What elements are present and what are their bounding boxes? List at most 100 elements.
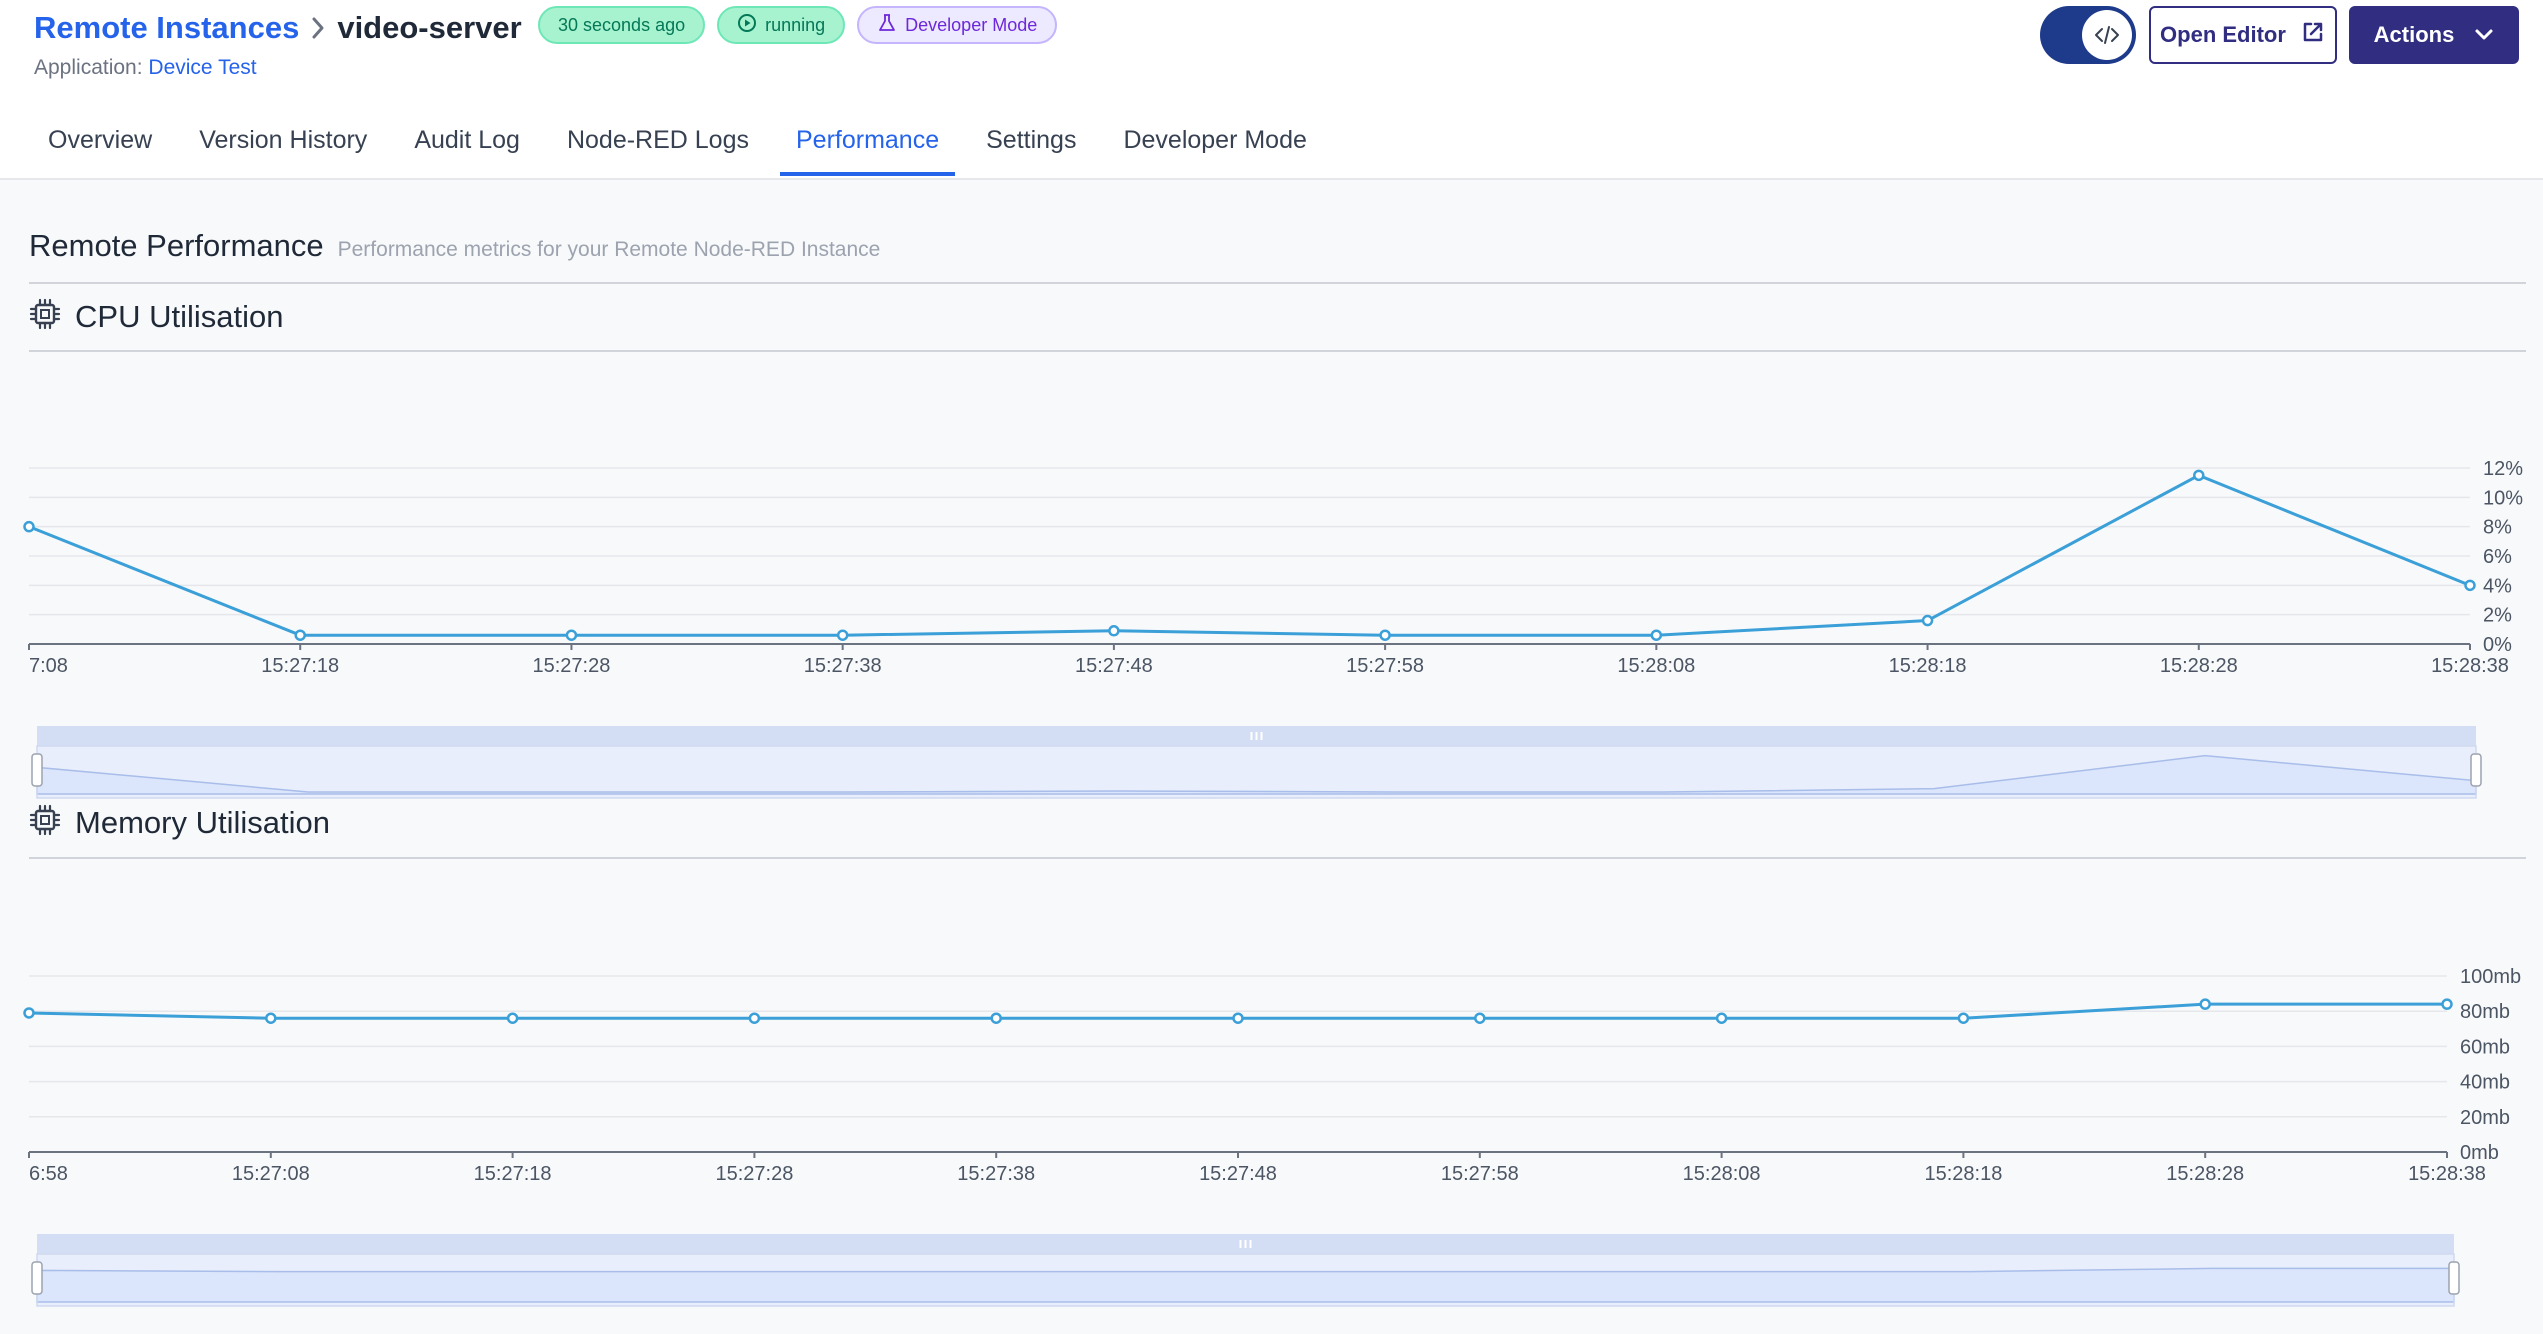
instance-name: video-server (337, 10, 522, 45)
data-point (836, 629, 849, 641)
memory-divider (29, 857, 2526, 859)
developer-mode-badge: Developer Mode (857, 6, 1058, 44)
y-tick-label: 2% (2483, 605, 2512, 627)
external-link-icon (2300, 19, 2326, 51)
data-point (1921, 614, 1934, 627)
x-tick-label: 15:28:08 (1683, 1163, 1761, 1185)
x-tick-label: 6:58 (29, 1163, 68, 1185)
actions-dropdown-button[interactable]: Actions (2349, 6, 2519, 64)
data-point (1650, 629, 1663, 641)
y-tick-label: 4% (2483, 575, 2512, 597)
cpu-utilisation-chart[interactable]: 0% 2% 4% 6% 8% 10% 12% 7:08 15:27:18 15:27:28 15:2… (0, 440, 2543, 810)
breadcrumb-remote-instances-link[interactable]: Remote Instances (34, 10, 299, 46)
y-tick-label: 60mb (2460, 1036, 2510, 1058)
breadcrumb: Remote Instances video-server (34, 8, 522, 48)
heading-divider (29, 282, 2526, 284)
running-status-text: running (765, 14, 826, 35)
last-seen-badge: 30 seconds ago (538, 6, 706, 44)
status-badges: 30 seconds ago running Developer Mode (538, 6, 1058, 44)
zoom-handle (2448, 1261, 2460, 1295)
running-status-badge: running (717, 6, 846, 44)
chevron-down-icon (2474, 22, 2494, 48)
y-tick-label: 80mb (2460, 1001, 2510, 1023)
cpu-section-label: CPU Utilisation (75, 298, 284, 334)
tab-overview[interactable]: Overview (32, 116, 168, 176)
data-point (748, 1012, 761, 1024)
application-label: Application: (34, 56, 143, 79)
application-link[interactable]: Device Test (148, 56, 256, 79)
page-subtitle: Performance metrics for your Remote Node… (337, 238, 881, 261)
memory-section-label: Memory Utilisation (75, 804, 330, 840)
data-point (2199, 998, 2211, 1010)
y-tick-label: 10% (2483, 487, 2523, 509)
cpu-chip-icon (29, 298, 61, 335)
tab-developer-mode[interactable]: Developer Mode (1107, 116, 1322, 176)
x-tick-label: 15:27:18 (261, 655, 339, 677)
x-tick-label: 15:28:18 (1924, 1163, 2002, 1185)
actions-label: Actions (2373, 22, 2455, 47)
data-point (1957, 1012, 1970, 1024)
data-point (2464, 579, 2476, 592)
x-tick-label: 15:28:28 (2166, 1163, 2244, 1185)
x-tick-label: 15:28:38 (2408, 1163, 2486, 1185)
data-point (1474, 1012, 1486, 1024)
x-tick-label: 15:27:38 (804, 655, 882, 677)
cpu-divider (29, 350, 2526, 352)
tab-version-history[interactable]: Version History (183, 116, 383, 176)
data-point (23, 1007, 35, 1019)
tab-performance[interactable]: Performance (779, 116, 956, 176)
tab-node-red-logs[interactable]: Node-RED Logs (551, 116, 765, 176)
tab-settings[interactable]: Settings (970, 116, 1092, 176)
data-point (1379, 629, 1391, 641)
zoom-handle (2470, 753, 2482, 787)
data-point (1232, 1012, 1244, 1024)
x-tick-label: 15:27:28 (533, 655, 611, 677)
x-tick-label: 7:08 (29, 655, 68, 677)
x-tick-label: 15:28:08 (1617, 655, 1695, 677)
data-point (294, 629, 306, 641)
application-info: Application: Device Test (34, 56, 257, 80)
data-point (2441, 998, 2453, 1010)
memory-section-title: Memory Utilisation (29, 804, 330, 841)
x-tick-label: 15:28:18 (1889, 655, 1967, 677)
performance-heading: Remote Performance Performance metrics f… (29, 228, 880, 264)
open-editor-button[interactable]: Open Editor (2149, 6, 2337, 64)
play-circle-icon (737, 13, 757, 38)
data-point (990, 1012, 1002, 1024)
tab-audit-log[interactable]: Audit Log (398, 116, 536, 176)
y-tick-label: 0mb (2460, 1142, 2499, 1164)
page-title: Remote Performance (29, 228, 324, 263)
developer-mode-toggle[interactable] (2040, 6, 2136, 64)
data-point (265, 1012, 277, 1024)
data-point (565, 629, 578, 641)
x-tick-label: 15:27:18 (474, 1163, 552, 1185)
cpu-section-title: CPU Utilisation (29, 298, 283, 335)
y-tick-label: 40mb (2460, 1072, 2510, 1094)
y-tick-label: 100mb (2460, 966, 2521, 988)
zoom-handle (31, 1261, 43, 1295)
x-tick-label: 15:27:08 (232, 1163, 310, 1185)
open-editor-label: Open Editor (2160, 22, 2286, 47)
chevron-right-icon (309, 15, 327, 41)
zoom-preview-area (36, 1267, 2455, 1303)
x-tick-label: 15:27:48 (1199, 1163, 1277, 1185)
y-tick-label: 6% (2483, 546, 2512, 568)
x-tick-label: 15:27:48 (1075, 655, 1153, 677)
flask-icon (877, 13, 897, 38)
x-tick-label: 15:28:38 (2431, 655, 2509, 677)
memory-utilisation-chart[interactable]: 0mb 20mb 40mb 60mb 80mb 100mb 6:58 15:27:08 15:2… (0, 948, 2543, 1308)
y-tick-label: 8% (2483, 517, 2512, 539)
y-tick-label: 12% (2483, 458, 2523, 480)
x-tick-label: 15:27:58 (1346, 655, 1424, 677)
data-point (23, 520, 35, 533)
cpu-chip-icon (29, 804, 61, 841)
data-point (1715, 1012, 1728, 1024)
x-tick-label: 15:27:58 (1441, 1163, 1519, 1185)
data-point (2193, 469, 2205, 482)
developer-mode-text: Developer Mode (905, 14, 1038, 35)
x-tick-label: 15:28:28 (2160, 655, 2238, 677)
code-icon (2082, 10, 2132, 60)
data-point (506, 1012, 519, 1024)
data-point (1108, 625, 1120, 637)
y-tick-label: 20mb (2460, 1107, 2510, 1129)
